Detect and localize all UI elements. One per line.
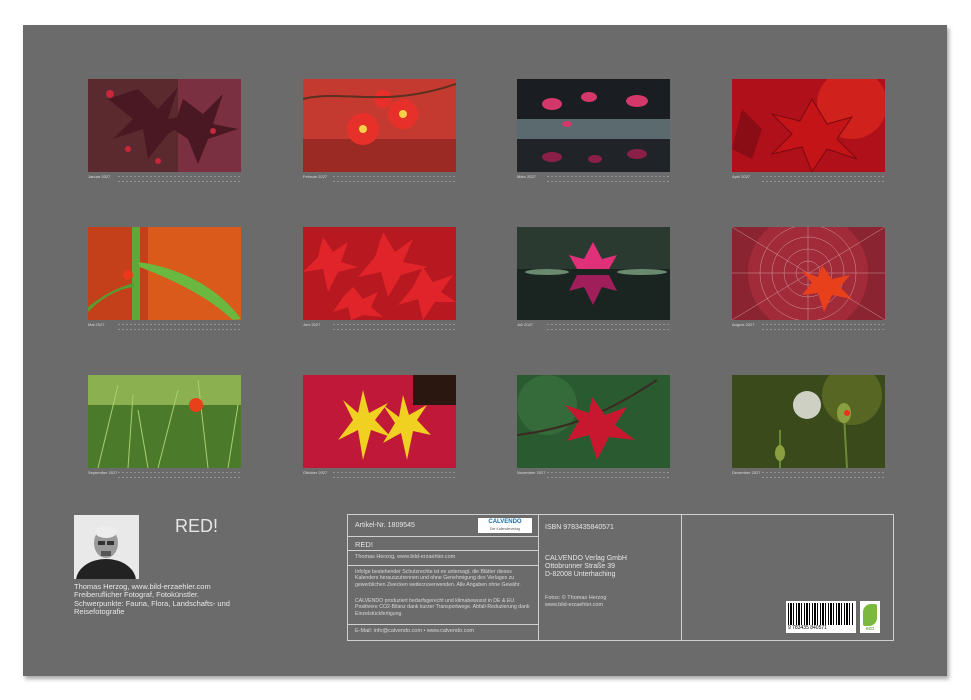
month-day-strip	[332, 174, 456, 184]
month-tile: Januar 2027	[88, 79, 241, 187]
month-day-strip	[761, 174, 885, 184]
month-photo	[517, 375, 670, 468]
month-photo	[732, 375, 885, 468]
month-label: August 2027	[732, 322, 755, 327]
month-photo	[732, 227, 885, 320]
info-title: RED!	[355, 540, 373, 549]
month-day-strip	[117, 322, 241, 332]
month-photo	[732, 79, 885, 172]
month-tile: Juli 2027	[517, 227, 670, 335]
eco-leaf-icon: eco	[860, 601, 880, 633]
isbn-barcode: 9 783435 840571	[786, 601, 856, 633]
month-tile: Oktober 2027	[303, 375, 456, 483]
calendar-title: RED!	[175, 516, 219, 536]
month-label: November 2027	[517, 470, 546, 475]
month-label: Oktober 2027	[303, 470, 328, 475]
month-photo	[303, 227, 456, 320]
month-day-strip	[546, 322, 670, 332]
month-photo	[517, 79, 670, 172]
month-tile: Februar 2027	[303, 79, 456, 187]
legal-notice: Infolge bestehender Schutzrechte ist es …	[355, 569, 521, 588]
info-author: Thomas Herzog, www.bild-erzaehler.com	[355, 554, 456, 560]
month-label: April 2027	[732, 174, 751, 179]
month-label: März 2027	[517, 174, 536, 179]
month-day-strip	[546, 174, 670, 184]
month-tile: August 2027	[732, 227, 885, 335]
publisher-info-box: Artikel-Nr. 1809545 CALVENDO Der Kalende…	[347, 514, 894, 641]
month-tile: Mai 2027	[88, 227, 241, 335]
month-day-strip	[332, 322, 456, 332]
month-day-strip	[332, 470, 456, 480]
month-label: September 2027	[88, 470, 118, 475]
month-photo	[88, 227, 241, 320]
month-label: Juli 2027	[517, 322, 534, 327]
month-tile: November 2027	[517, 375, 670, 483]
month-day-strip	[117, 470, 241, 480]
month-label: Januar 2027	[88, 174, 111, 179]
production-notice: CALVENDO produziert bedarfsgerecht und k…	[355, 598, 530, 617]
month-label: Dezember 2027	[732, 470, 761, 475]
month-day-strip	[761, 470, 885, 480]
month-photo	[88, 79, 241, 172]
month-day-strip	[546, 470, 670, 480]
month-tile: April 2027	[732, 79, 885, 187]
isbn: ISBN 9783435840571	[545, 524, 614, 531]
month-photo	[303, 79, 456, 172]
month-tile: Dezember 2027	[732, 375, 885, 483]
contact-line: E-Mail: info@calvendo.com • www.calvendo…	[355, 628, 475, 634]
month-label: Mai 2027	[88, 322, 105, 327]
publisher-address: CALVENDO Verlag GmbH Ottobrunner Straße …	[545, 555, 627, 578]
author-portrait	[74, 515, 139, 579]
month-label: Juni 2027	[303, 322, 321, 327]
month-photo	[88, 375, 241, 468]
month-photo	[517, 227, 670, 320]
month-photo	[303, 375, 456, 468]
month-label: Februar 2027	[303, 174, 328, 179]
photo-credit: Fotos: © Thomas Herzog www.bild-erzaehle…	[545, 595, 607, 608]
month-tile: September 2027	[88, 375, 241, 483]
month-day-strip	[117, 174, 241, 184]
month-tile: Juni 2027	[303, 227, 456, 335]
month-tile: März 2027	[517, 79, 670, 187]
author-info: Thomas Herzog, www.bild-erzaehler.com Fr…	[74, 582, 244, 616]
month-day-strip	[761, 322, 885, 332]
article-number: Artikel-Nr. 1809545	[355, 522, 415, 529]
author-bio: Freiberuflicher Fotograf, Fotokünstler. …	[74, 590, 230, 616]
calvendo-logo: CALVENDO Der Kalenderverlag	[478, 518, 532, 533]
